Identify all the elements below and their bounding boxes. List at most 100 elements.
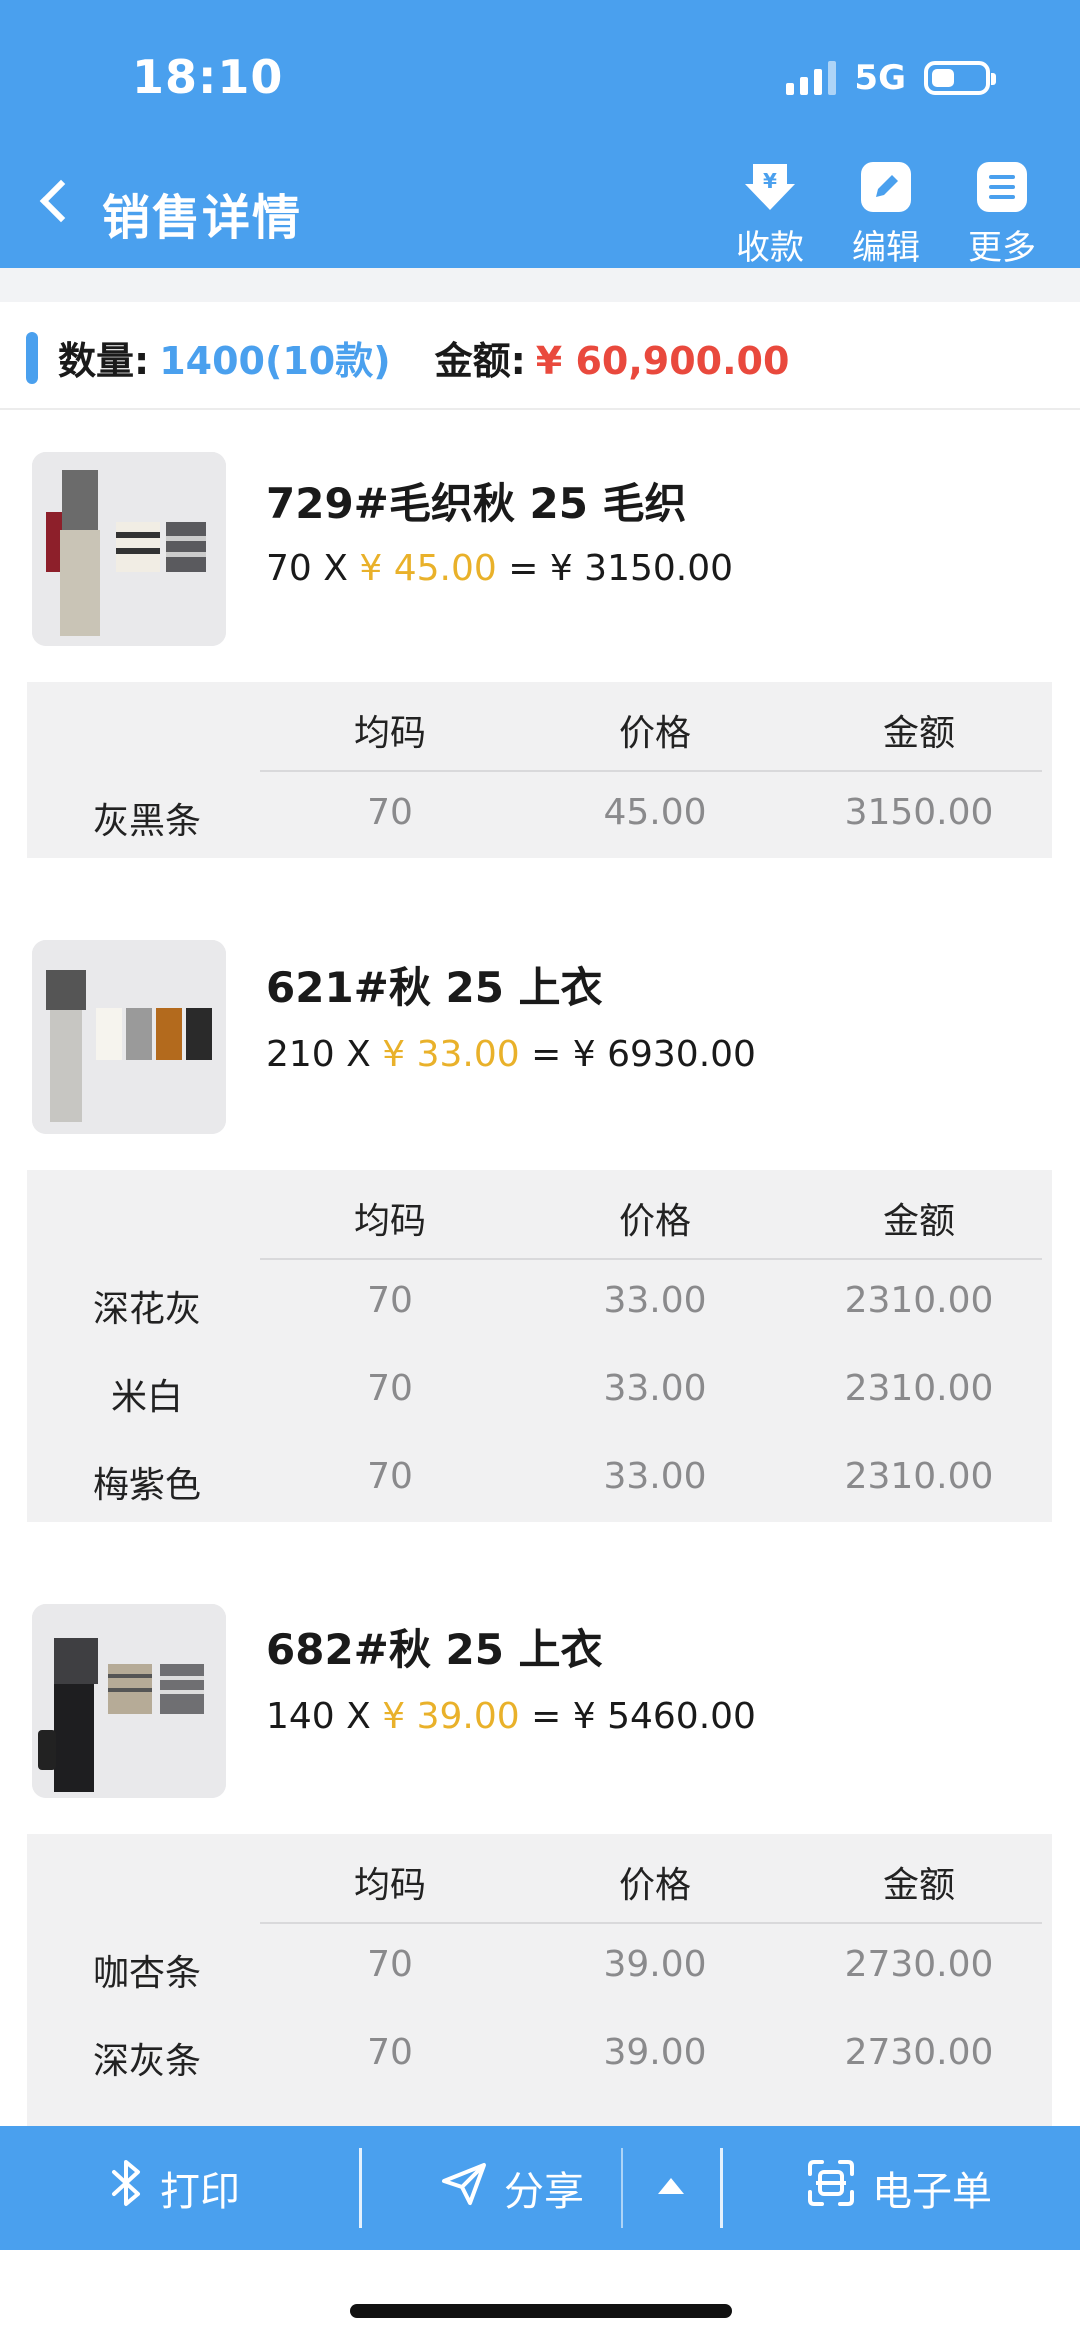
- app-header: 18:10 5G 销售详情 ¥ 收款 编辑 更多: [0, 0, 1080, 268]
- print-label: 打印: [160, 2169, 240, 2215]
- row-price: 33.00: [603, 1456, 707, 1497]
- header-amount: 金额: [882, 1865, 955, 1906]
- payment-icon: ¥: [743, 160, 797, 214]
- edit-label: 编辑: [852, 228, 920, 268]
- row-color: 深花灰: [92, 1289, 201, 1330]
- product-formula: 70 X ¥ 45.00 = ¥ 3150.00: [266, 548, 733, 589]
- svg-text:¥: ¥: [763, 169, 777, 193]
- more-button[interactable]: 更多: [964, 160, 1040, 269]
- network-type: 5G: [854, 58, 906, 98]
- row-size-qty: 70: [367, 1944, 413, 1985]
- header-size: 均码: [353, 1865, 426, 1906]
- header-amount: 金额: [882, 1201, 955, 1242]
- table-row: 深花灰 70 33.00 2310.00: [27, 1258, 1052, 1346]
- share-label: 分享: [504, 2169, 584, 2215]
- product-unit-price: ¥ 33.00: [382, 1034, 520, 1075]
- more-icon: [975, 160, 1029, 214]
- product-total: = ¥ 3150.00: [496, 548, 734, 589]
- product-unit-price: ¥ 39.00: [382, 1696, 520, 1737]
- edit-button[interactable]: 编辑: [848, 160, 924, 269]
- home-indicator[interactable]: [350, 2304, 732, 2318]
- status-indicators: 5G: [786, 58, 996, 98]
- back-icon[interactable]: [39, 179, 83, 223]
- product-qty: 140 X: [266, 1696, 383, 1737]
- summary-text: 数量: 1400 (10款) 金额: ¥ 60,900.00: [58, 330, 789, 385]
- scan-receipt-icon: [806, 2158, 856, 2218]
- header-size: 均码: [353, 1201, 426, 1242]
- table-row: 深灰条 70 39.00 2730.00: [27, 2010, 1052, 2098]
- quantity-kinds: (10款): [264, 339, 391, 383]
- row-size-qty: 70: [367, 1368, 413, 1409]
- edit-icon: [859, 160, 913, 214]
- table-row: 梅紫色 70 33.00 2310.00: [27, 1434, 1052, 1522]
- share-button[interactable]: 分享: [440, 2126, 584, 2250]
- header-actions: ¥ 收款 编辑 更多: [732, 160, 1040, 269]
- row-color: 灰黑条: [92, 801, 201, 842]
- table-row: 咖杏条 70 39.00 2730.00: [27, 1922, 1052, 2010]
- quantity-value: 1400: [159, 339, 265, 383]
- e-receipt-label: 电子单: [872, 2169, 992, 2215]
- row-price: 39.00: [603, 2032, 707, 2073]
- header-amount: 金额: [882, 713, 955, 754]
- row-color: 梅紫色: [92, 1465, 201, 1506]
- row-price: 39.00: [603, 1944, 707, 1985]
- row-price: 33.00: [603, 1280, 707, 1321]
- product-thumbnail[interactable]: [32, 940, 226, 1134]
- row-size-qty: 70: [367, 2032, 413, 2073]
- product-unit-price: ¥ 45.00: [359, 548, 497, 589]
- bluetooth-icon: [108, 2158, 144, 2218]
- product-total: = ¥ 5460.00: [519, 1696, 756, 1737]
- bar-separator: [621, 2148, 623, 2228]
- row-size-qty: 70: [367, 792, 413, 833]
- row-amount: 2730.00: [844, 1944, 994, 1985]
- bar-separator: [720, 2148, 723, 2228]
- row-color: 米白: [110, 1377, 183, 1418]
- collect-payment-label: 收款: [736, 228, 804, 268]
- header-price: 价格: [618, 713, 691, 754]
- table-header: 均码 价格 金额: [27, 1170, 1052, 1258]
- summary-bar: 数量: 1400 (10款) 金额: ¥ 60,900.00: [0, 268, 1080, 410]
- header-price: 价格: [618, 1865, 691, 1906]
- print-button[interactable]: 打印: [108, 2126, 240, 2250]
- row-amount: 2310.00: [844, 1456, 994, 1497]
- amount-value: ¥ 60,900.00: [535, 339, 790, 383]
- product-formula: 140 X ¥ 39.00 = ¥ 5460.00: [266, 1696, 756, 1737]
- battery-icon: [924, 61, 996, 95]
- product-qty: 70 X: [266, 548, 360, 589]
- product-name: 729#毛织秋 25 毛织: [266, 479, 687, 528]
- row-color: 咖杏条: [92, 1953, 201, 1994]
- row-amount: 3150.00: [844, 792, 994, 833]
- header-size: 均码: [353, 713, 426, 754]
- product-detail-table: 均码 价格 金额 深花灰 70 33.00 2310.00 米白 70 33.0…: [27, 1170, 1052, 1522]
- page-title: 销售详情: [102, 190, 303, 246]
- product-name: 621#秋 25 上衣: [266, 963, 603, 1012]
- product-thumbnail[interactable]: [32, 1604, 226, 1798]
- table-row: 米白 70 33.00 2310.00: [27, 1346, 1052, 1434]
- row-size-qty: 70: [367, 1456, 413, 1497]
- product-name: 682#秋 25 上衣: [266, 1625, 603, 1674]
- header-price: 价格: [618, 1201, 691, 1242]
- table-header: 均码 价格 金额: [27, 1834, 1052, 1922]
- status-time: 18:10: [132, 50, 284, 104]
- more-label: 更多: [968, 228, 1036, 268]
- product-thumbnail[interactable]: [32, 452, 226, 646]
- row-size-qty: 70: [367, 1280, 413, 1321]
- row-amount: 2310.00: [844, 1280, 994, 1321]
- summary-accent: [26, 332, 38, 384]
- row-price: 33.00: [603, 1368, 707, 1409]
- table-row: 灰黑条 70 45.00 3150.00: [27, 770, 1052, 858]
- product-detail-table: 均码 价格 金额 咖杏条 70 39.00 2730.00 深灰条 70 39.…: [27, 1834, 1052, 2126]
- row-amount: 2310.00: [844, 1368, 994, 1409]
- bar-separator: [359, 2148, 362, 2228]
- quantity-label: 数量:: [58, 339, 150, 383]
- product-total: = ¥ 6930.00: [519, 1034, 756, 1075]
- send-icon: [440, 2159, 488, 2217]
- expand-up-icon[interactable]: [658, 2178, 684, 2194]
- e-receipt-button[interactable]: 电子单: [806, 2126, 992, 2250]
- product-qty: 210 X: [266, 1034, 383, 1075]
- row-price: 45.00: [603, 792, 707, 833]
- row-color: 深灰条: [92, 2041, 201, 2082]
- signal-icon: [786, 61, 837, 95]
- collect-payment-button[interactable]: ¥ 收款: [732, 160, 808, 269]
- table-header: 均码 价格 金额: [27, 682, 1052, 770]
